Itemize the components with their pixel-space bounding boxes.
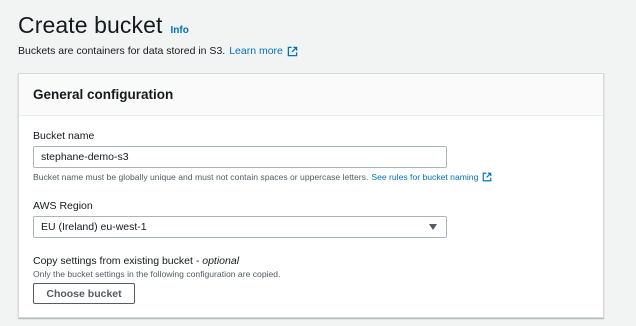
subtitle-text: Buckets are containers for data stored i…: [18, 45, 226, 57]
external-link-icon[interactable]: [482, 172, 492, 182]
copy-settings-text: Copy settings from existing bucket -: [33, 255, 200, 267]
copy-settings-description: Only the bucket settings in the followin…: [33, 269, 281, 279]
aws-region-value: EU (Ireland) eu-west-1: [41, 221, 147, 233]
title-row: Create bucket Info: [18, 12, 298, 39]
aws-region-select[interactable]: EU (Ireland) eu-west-1: [33, 216, 447, 238]
bucket-name-input[interactable]: [33, 146, 447, 168]
page-header: Create bucket Info Buckets are container…: [18, 12, 298, 57]
learn-more-link[interactable]: Learn more: [229, 45, 283, 57]
page-subtitle: Buckets are containers for data stored i…: [18, 45, 298, 57]
caret-down-icon: [429, 224, 437, 230]
bucket-name-constraint: Bucket name must be globally unique and …: [33, 172, 492, 182]
copy-settings-label: Copy settings from existing bucket - opt…: [33, 255, 239, 267]
optional-label: optional: [202, 255, 240, 267]
page-title: Create bucket: [18, 12, 163, 38]
choose-bucket-button[interactable]: Choose bucket: [33, 283, 135, 304]
panel-header: General configuration: [19, 74, 603, 116]
bucket-naming-rules-link[interactable]: See rules for bucket naming: [371, 172, 478, 182]
external-link-icon[interactable]: [287, 46, 298, 57]
constraint-text: Bucket name must be globally unique and …: [33, 172, 369, 182]
bucket-name-label: Bucket name: [33, 130, 95, 142]
panel-title: General configuration: [33, 87, 174, 102]
general-configuration-panel: General configuration Bucket name Bucket…: [18, 73, 604, 318]
aws-region-label: AWS Region: [33, 200, 93, 212]
info-link[interactable]: Info: [171, 25, 189, 36]
